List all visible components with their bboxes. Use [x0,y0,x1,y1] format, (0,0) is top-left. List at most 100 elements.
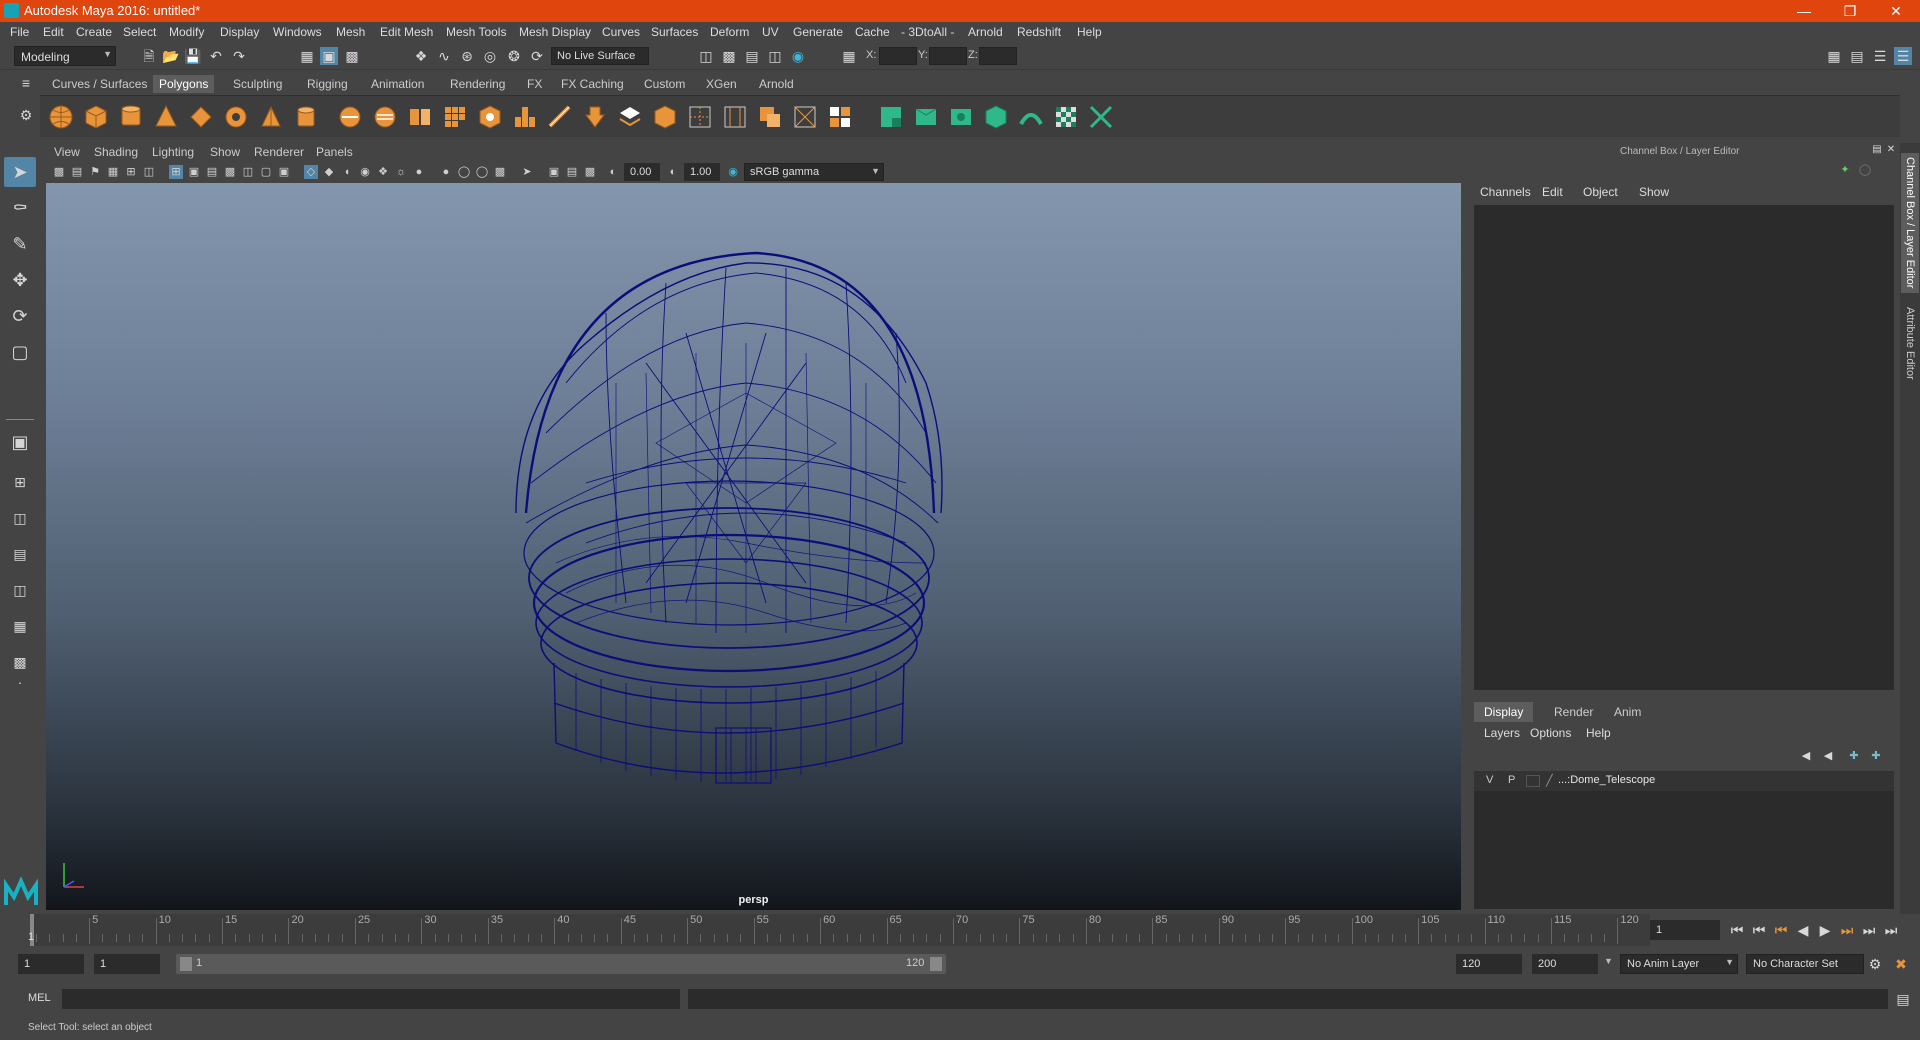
hypershade-layout-icon[interactable]: ◫ [4,575,36,605]
persp-graph-layout-icon[interactable]: ▤ [4,539,36,569]
range-start-handle[interactable] [180,957,192,971]
select-component-icon[interactable]: ▩ [343,47,361,65]
resolution-gate-icon[interactable]: ▤ [205,165,219,179]
multi-cut-icon[interactable] [687,104,713,130]
step-back-icon[interactable]: ⏮ [1750,921,1768,939]
close-icon[interactable]: ✕ [1873,0,1919,22]
animation-end-field[interactable]: 200 [1532,954,1598,974]
close-panel-icon[interactable]: ✕ [1884,143,1898,157]
menu-create[interactable]: Create [76,25,112,39]
menu-surfaces[interactable]: Surfaces [651,25,698,39]
panel-menu-shading[interactable]: Shading [94,145,138,159]
render-view-icon[interactable]: ◫ [766,47,784,65]
reduce-icon[interactable] [477,104,503,130]
gate-mask-icon[interactable]: ▩ [223,165,237,179]
animation-start-field[interactable]: 1 [18,954,84,974]
field-chart-icon[interactable]: ◫ [241,165,255,179]
animation-preferences-icon[interactable]: ✖ [1892,955,1910,973]
menu-mesh-tools[interactable]: Mesh Tools [446,25,506,39]
wireframe-icon[interactable]: ◇ [304,165,318,179]
go-to-end-icon[interactable]: ⏭ [1882,921,1900,939]
modeling-toolkit-icon[interactable]: ▦ [1825,47,1843,65]
current-frame-field[interactable]: 1 [1650,920,1720,940]
tab-custom[interactable]: Custom [638,75,691,93]
combine-icon[interactable] [337,104,363,130]
restore-icon[interactable]: ❐ [1827,0,1873,22]
menu-edit-mesh[interactable]: Edit Mesh [380,25,433,39]
range-slider[interactable]: 1 120 [176,954,946,974]
uv-unfold-icon[interactable] [1018,104,1044,130]
select-tool-icon[interactable]: ➤ [4,157,36,187]
tab-arnold[interactable]: Arnold [753,75,800,93]
tab-animation[interactable]: Animation [365,75,430,93]
layer-playback-toggle[interactable]: P [1508,774,1515,786]
go-to-start-icon[interactable]: ⏮ [1728,921,1746,939]
snap-view-plane-icon[interactable]: ◎ [481,47,499,65]
select-hierarchy-icon[interactable]: ▦ [298,47,316,65]
mode-selector[interactable]: Modeling ▼ [14,46,116,66]
manipulator-icon[interactable]: ✦ [1838,163,1852,177]
wireframe-on-shaded-icon[interactable]: ◖ [340,165,354,179]
y-field[interactable] [929,47,967,65]
menu-generate[interactable]: Generate [793,25,843,39]
offset-edge-loop-icon[interactable] [757,104,783,130]
xray-icon[interactable]: ▣ [547,165,561,179]
menu-redshift[interactable]: Redshift [1017,25,1061,39]
menu-curves[interactable]: Curves [602,25,640,39]
shelf-menu-icon[interactable]: ≡ [18,74,34,92]
layer-row[interactable]: V P ╱ ...:Dome_Telescope [1474,771,1894,791]
film-gate-icon[interactable]: ◫ [142,165,156,179]
uv-planar-icon[interactable] [878,104,904,130]
play-backwards-icon[interactable]: ◀ [1794,921,1812,939]
channel-box-area[interactable] [1474,205,1894,690]
minimize-icon[interactable]: — [1781,0,1827,22]
poly-sphere-icon[interactable] [48,104,74,130]
play-forwards-icon[interactable]: ▶ [1816,921,1834,939]
poly-plane-icon[interactable] [188,104,214,130]
menu-uv[interactable]: UV [762,25,779,39]
attribute-editor-toggle-icon[interactable]: ▤ [1848,47,1866,65]
image-plane-icon[interactable]: ▦ [106,165,120,179]
snap-curve-icon[interactable]: ∿ [435,47,453,65]
save-scene-icon[interactable]: 💾 [184,47,202,65]
exposure-icon[interactable]: ◐ [606,165,620,179]
side-tab-attribute-editor[interactable]: Attribute Editor [1901,303,1919,403]
uv-spherical-icon[interactable] [948,104,974,130]
script-editor-icon[interactable]: ▤ [1894,990,1912,1008]
anim-layer-dropdown[interactable]: No Anim Layer ▼ [1620,954,1738,974]
depth-of-field-icon[interactable]: ▩ [493,165,507,179]
command-input[interactable] [62,989,680,1009]
render-settings-icon[interactable]: ◫ [697,47,715,65]
tab-fx-caching[interactable]: FX Caching [555,75,630,93]
xray-components-icon[interactable]: ▩ [583,165,597,179]
character-set-dropdown[interactable]: No Character Set [1746,954,1864,974]
textured-icon[interactable]: ❖ [376,165,390,179]
le-menu-layers[interactable]: Layers [1484,726,1520,740]
open-scene-icon[interactable]: 📂 [162,47,180,65]
menu-windows[interactable]: Windows [273,25,322,39]
poly-torus-icon[interactable] [223,104,249,130]
motion-blur-icon[interactable]: ◯ [457,165,471,179]
extrude-icon[interactable] [512,104,538,130]
paint-select-tool-icon[interactable]: ✎ [4,229,36,259]
poly-pyramid-icon[interactable] [258,104,284,130]
append-icon[interactable] [617,104,643,130]
tab-curves-surfaces[interactable]: Curves / Surfaces [46,75,153,93]
target-weld-icon[interactable] [792,104,818,130]
menu-edit[interactable]: Edit [43,25,64,39]
separate-icon[interactable] [372,104,398,130]
lasso-tool-icon[interactable]: ⚰ [4,193,36,223]
ambient-occlusion-icon[interactable]: ● [439,165,453,179]
tab-rendering[interactable]: Rendering [444,75,511,93]
film-gate-toggle-icon[interactable]: ▣ [187,165,201,179]
menu-arnold[interactable]: Arnold [968,25,1003,39]
default-material-icon[interactable]: ◉ [358,165,372,179]
ipr-render-icon[interactable]: ▤ [743,47,761,65]
smooth-icon[interactable] [442,104,468,130]
camera-attributes-icon[interactable]: ▤ [70,165,84,179]
le-menu-options[interactable]: Options [1530,726,1571,740]
tab-xgen[interactable]: XGen [700,75,743,93]
anti-aliasing-icon[interactable]: ◯ [475,165,489,179]
move-layer-down-icon[interactable]: ◀ [1820,748,1836,764]
cb-menu-edit[interactable]: Edit [1542,185,1563,199]
